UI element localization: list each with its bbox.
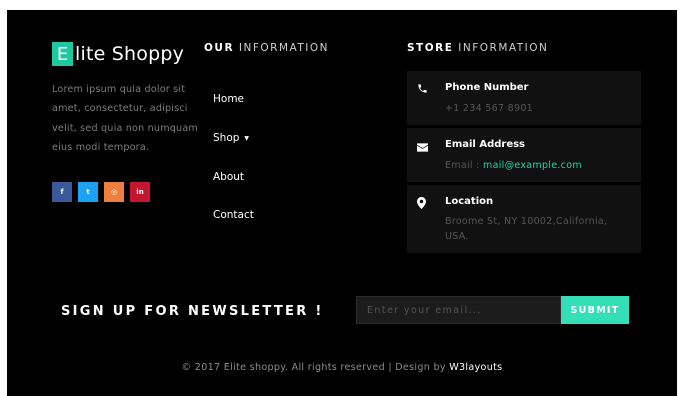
nav-link-home[interactable]: Home [213,80,254,119]
newsletter-title: SIGN UP FOR NEWSLETTER ! [61,304,324,319]
newsletter-email-input[interactable]: Enter your email... [356,296,561,324]
instagram-icon: ◎ [110,188,118,196]
designer-link[interactable]: W3layouts [449,362,502,373]
phone-info-box: Phone Number +1 234 567 8901 [407,71,641,125]
newsletter-submit-button[interactable]: SUBMIT [561,296,629,324]
store-information-heading-bold: STORE [407,42,454,54]
footer: E lite Shoppy Lorem ipsum quia dolor sit… [7,10,677,396]
brand-logo[interactable]: E lite Shoppy [52,42,184,66]
brand-logo-text: lite Shoppy [75,43,185,65]
location-info-box: Location Broome St, NY 10002,California,… [407,185,641,253]
instagram-button[interactable]: ◎ [104,182,124,202]
footer-nav: Home Shop ▼ About Contact [213,80,254,235]
about-text: Lorem ipsum quia dolor sit amet, consect… [52,84,198,153]
store-information-heading: STORE INFORMATION [407,42,548,54]
nav-link-label: Shop [213,132,240,145]
linkedin-icon: in [136,188,144,196]
copyright-text: © 2017 Elite shoppy. All rights reserved… [181,362,446,373]
email-info-box: Email Address Email : mail@example.com [407,128,641,182]
nav-link-shop[interactable]: Shop ▼ [213,119,254,158]
copyright: © 2017 Elite shoppy. All rights reserved… [7,362,677,373]
linkedin-button[interactable]: in [130,182,150,202]
phone-number[interactable]: +1 234 567 8901 [445,101,625,116]
facebook-icon: f [60,188,64,196]
brand-logo-letter: E [52,42,73,66]
nav-link-about[interactable]: About [213,157,254,196]
email-title: Email Address [445,139,526,150]
nav-link-label: About [213,170,245,183]
location-title: Location [445,196,494,207]
nav-link-contact[interactable]: Contact [213,196,254,235]
email-line: Email : mail@example.com [445,158,625,173]
store-information-heading-light: INFORMATION [458,42,549,54]
map-marker-icon [417,197,426,212]
our-information-heading: OUR INFORMATION [204,42,329,54]
location-address: Broome St, NY 10002,California, USA. [445,216,608,242]
twitter-icon: t [86,188,90,196]
nav-link-label: Home [213,93,245,106]
caret-down-icon: ▼ [244,134,250,142]
nav-link-label: Contact [213,209,254,222]
our-information-heading-light: INFORMATION [238,42,329,54]
facebook-button[interactable]: f [52,182,72,202]
envelope-icon [417,142,428,155]
phone-icon [417,83,428,97]
email-link[interactable]: mail@example.com [483,160,582,171]
our-information-heading-bold: OUR [204,42,235,54]
email-prefix: Email : [445,160,480,171]
phone-title: Phone Number [445,82,529,93]
twitter-button[interactable]: t [78,182,98,202]
social-links: f t ◎ in [52,182,150,202]
